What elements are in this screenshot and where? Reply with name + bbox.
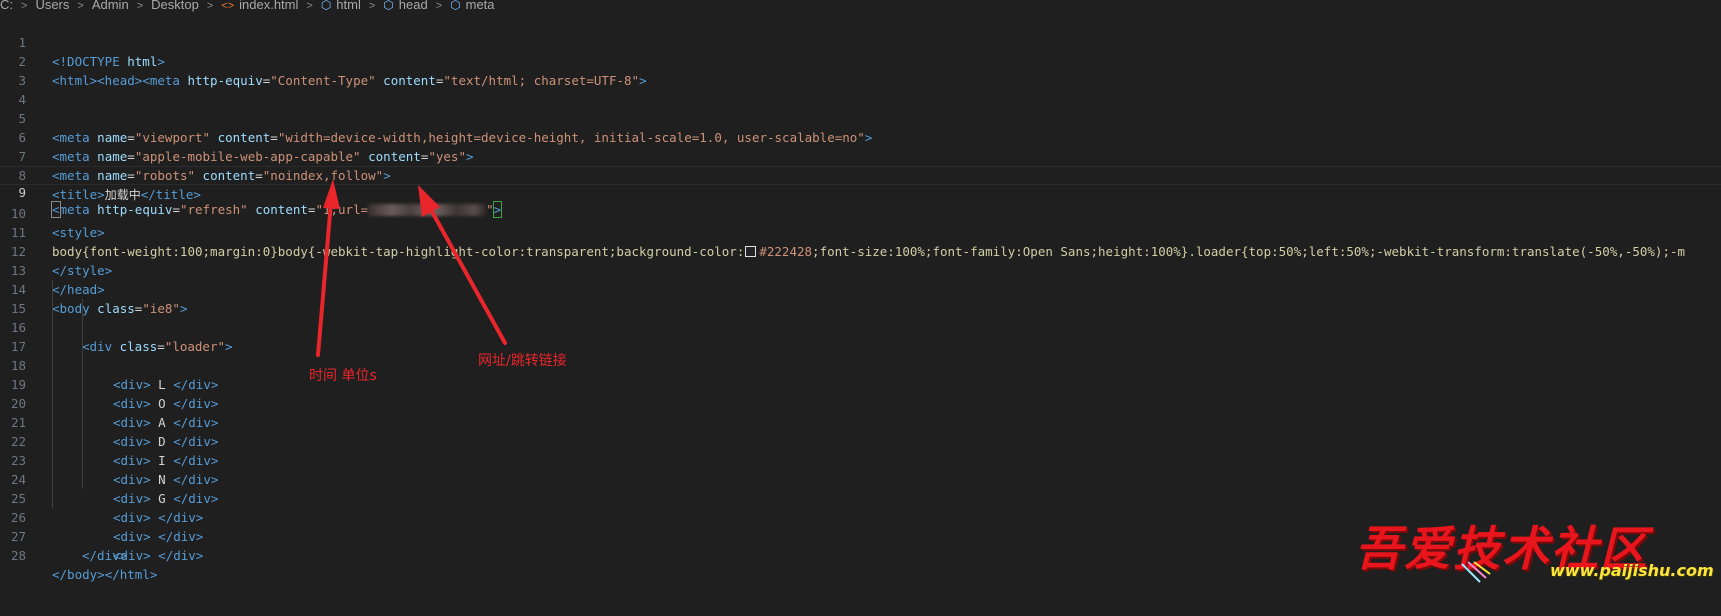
code-line[interactable]: 17 <div> O </div> [0,318,1721,411]
annotation-url-label: 网址/跳转链接 [478,353,567,369]
chevron-right-icon: > [21,0,28,12]
breadcrumb-item-admin[interactable]: Admin [92,0,129,11]
indent-guide [52,470,53,489]
code-line[interactable]: 10 <style> [0,185,1721,240]
breadcrumb-head-label: head [398,0,428,12]
element-cube-icon: ⬡ [450,0,461,12]
chevron-right-icon: > [136,0,144,12]
indent-guide [52,489,53,508]
code-line[interactable]: 11 body{font-weight:100;margin:0}body{-w… [0,204,1721,259]
html-file-icon: <> [221,0,235,12]
indent-guide [52,299,53,318]
breadcrumb-item-desktop[interactable]: Desktop [151,0,199,11]
code-line[interactable]: 24 <div> </div> [0,451,1721,544]
indent-guide [82,356,83,375]
code-line[interactable]: 3 [0,52,1721,88]
code-line[interactable]: 19 <div> D </div> [0,356,1721,449]
token: </div> [82,548,128,563]
code-line[interactable]: 18 <div> A </div> [0,337,1721,430]
indent-guide [82,318,83,337]
breadcrumb-item-meta[interactable]: ⬡ meta [450,0,495,12]
code-line[interactable]: 5 <meta name="viewport" content="width=d… [0,90,1721,145]
indent-guide [82,432,83,451]
code-line[interactable]: 4 [0,71,1721,107]
line-content: </div> [82,546,127,565]
indent-guide [82,394,83,413]
chevron-right-icon: > [368,0,376,12]
token: </html> [104,567,158,582]
token: </body> [52,567,105,582]
code-line[interactable]: 12 </style> [0,223,1721,278]
code-line[interactable]: 7 <meta name="robots" content="noindex,f… [0,128,1721,183]
indent-guide [82,299,83,318]
code-line[interactable]: 21 <div> N </div> [0,394,1721,487]
chevron-right-icon: > [306,0,313,12]
code-line[interactable]: 20 <div> I </div> [0,375,1721,468]
indent-guide [52,432,53,451]
indent-guide [52,413,53,432]
chevron-right-icon: > [206,0,214,12]
indent-guide [52,337,53,356]
code-line[interactable]: 13 </head> [0,242,1721,297]
breadcrumb-item-file[interactable]: <> index.html [221,0,299,12]
code-line[interactable]: 26 </div> [0,489,1721,563]
chevron-right-icon: > [77,0,84,12]
indent-guide [82,337,83,356]
indent-guide [52,356,53,375]
code-line[interactable]: 14 <body class="ie8"> [0,261,1721,316]
breadcrumb-meta-label: meta [465,0,495,12]
sparkle-icon [1461,561,1491,583]
element-cube-icon: ⬡ [320,0,332,12]
element-cube-icon: ⬡ [383,0,394,12]
indent-guide [82,375,83,394]
indent-guide [52,375,53,394]
code-line[interactable]: 23 <div> </div> [0,432,1721,525]
code-line[interactable]: 6 <meta name="apple-mobile-web-app-capab… [0,109,1721,164]
token: </div> [158,548,204,563]
line-number: 28 [10,548,26,563]
breadcrumb-item-head[interactable]: ⬡ head [383,0,428,12]
code-line[interactable]: 2 <html><head><meta http-equiv="Content-… [0,33,1721,88]
indent-guide [52,451,53,470]
watermark-url: www.paijishu.com [1550,561,1714,580]
indent-guide [82,451,83,470]
code-line[interactable]: 15 <div class="loader"> [0,280,1721,354]
watermark-logo: 吾爱技术社区 www.paijishu.com [1350,510,1714,590]
breadcrumb-html-label: html [336,0,361,12]
indent-guide [52,280,53,299]
breadcrumb: C: > Users > Admin > Desktop > <> index.html > ⬡ htm… [0,0,495,12]
code-line[interactable]: 1 <!DOCTYPE html> [0,14,1721,69]
breadcrumb-item-drive[interactable]: C: [0,0,13,11]
line-content: </body></html> [52,565,157,584]
code-line-current[interactable]: 9 <meta http-equiv="refresh" content="1;… [0,166,1721,218]
breadcrumb-item-html[interactable]: ⬡ html [320,0,361,12]
indent-guide [52,394,53,413]
annotation-time-label: 时间 单位s [309,368,377,384]
indent-guide [52,318,53,337]
code-line[interactable]: 8 <title>加载中</title> [0,147,1721,202]
indent-guide [82,470,83,489]
code-line[interactable]: 16 <div> L </div> [0,299,1721,392]
indent-guide [82,413,83,432]
code-line[interactable]: 22 <div> G </div> [0,413,1721,506]
breadcrumb-item-users[interactable]: Users [35,0,69,11]
chevron-right-icon: > [435,0,443,12]
breadcrumb-file-label: index.html [239,0,299,12]
code-line[interactable]: 25 <div> </div> [0,470,1721,563]
code-editor[interactable]: 1 <!DOCTYPE html> 2 <html><head><meta ht… [0,14,1721,582]
